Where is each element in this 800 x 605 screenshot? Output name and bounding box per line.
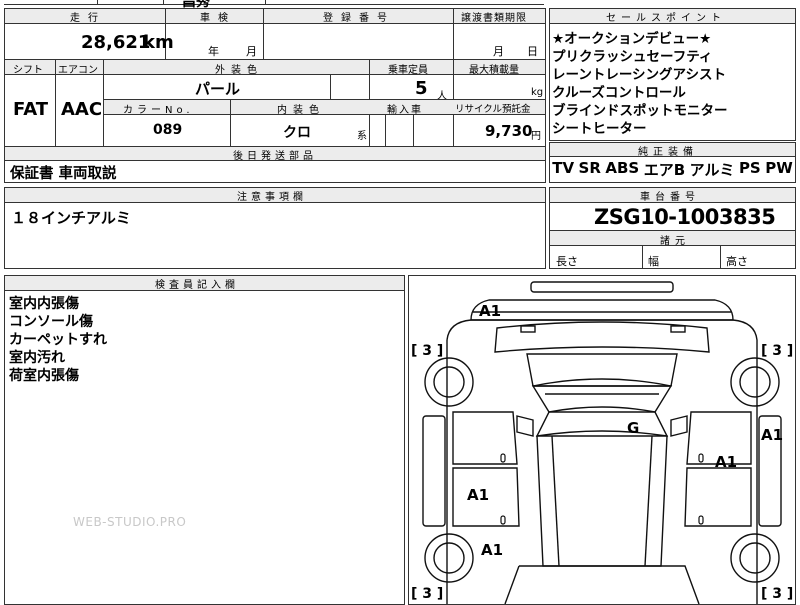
- capacity-label: 乗車定員: [388, 65, 428, 76]
- notes-box: 注意事項欄 １８インチアルミ: [4, 187, 546, 269]
- equipment-item: ABS: [605, 159, 640, 177]
- color-no-label: カラーNo.: [123, 105, 194, 116]
- inspector-box: 検査員記入欄 室内内張傷コンソール傷 カーペットすれ 室内汚れ荷室内張傷 WEB-S…: [4, 275, 405, 605]
- equipment-list: TV SR ABS エアB アルミ PS PW: [550, 159, 795, 180]
- color-no-value: 089: [153, 122, 183, 138]
- later-parts-label: 後日発送部品: [233, 151, 317, 162]
- diagram-mark-a1-right-panel: A1: [761, 426, 783, 444]
- diagram-mark-a1-right-door: A1: [715, 453, 737, 471]
- equipment-label: 純正装備: [638, 147, 698, 158]
- transfer-label: 譲渡書類期限: [461, 13, 527, 24]
- notes-value: １８インチアルミ: [11, 209, 131, 227]
- exterior-value: パール: [195, 80, 241, 98]
- chassis-label: 車台番号: [640, 192, 700, 203]
- notes-label: 注意事項欄: [237, 192, 307, 203]
- sales-point-item: レーントレーシングアシスト: [552, 67, 727, 83]
- import-label: 輸入車: [387, 105, 423, 116]
- inspection-year-unit: 年: [208, 45, 219, 58]
- capacity-value: 5: [415, 78, 428, 99]
- ac-label: エアコン: [58, 65, 98, 76]
- equipment-item: TV: [552, 159, 575, 177]
- watermark: WEB-STUDIO.PRO: [73, 515, 187, 529]
- width-label: 幅: [648, 255, 659, 268]
- diagram-mark-a1-left-door: A1: [467, 486, 489, 504]
- length-label: 長さ: [556, 255, 578, 268]
- dims-label: 諸元: [660, 236, 690, 247]
- chassis-box: 車台番号 ZSG10-1003835 諸元 長さ 幅 高さ: [549, 187, 796, 269]
- diagram-mark-a1-front: A1: [479, 302, 501, 320]
- interior-label: 内装色: [277, 105, 325, 116]
- equipment-item: PW: [765, 159, 793, 177]
- equipment-item: PS: [738, 159, 761, 177]
- equipment-item: エアB: [643, 161, 686, 179]
- chassis-number: ZSG10-1003835: [594, 205, 776, 229]
- sales-point-item: ★オークションデビュー★: [552, 31, 712, 47]
- car-diagram-box: A1 G A1 A1 A1 A1 [ 3 ] [ 3 ] [ 3 ] [ 3 ]: [408, 275, 796, 605]
- transfer-day-unit: 日: [527, 45, 538, 58]
- sales-points-box: セールスポイント ★オークションデビュー★ プリクラッシュセーフティ レーントレーシ…: [549, 8, 796, 141]
- ac-value: AAC: [61, 99, 103, 120]
- mileage-label: 走行: [70, 13, 106, 24]
- sales-points-list: ★オークションデビュー★ プリクラッシュセーフティ レーントレーシングアシスト クルー…: [552, 30, 728, 138]
- shift-label: シフト: [13, 65, 43, 76]
- car-diagram: A1 G A1 A1 A1 A1 [ 3 ] [ 3 ] [ 3 ] [ 3 ]: [411, 281, 793, 604]
- inspection-label: 車検: [200, 13, 236, 24]
- equipment-box: 純正装備 TV SR ABS エアB アルミ PS PW: [549, 142, 796, 183]
- top-strip: 昌秀: [0, 0, 800, 10]
- mileage-unit: km: [143, 32, 174, 53]
- sales-points-label: セールスポイント: [606, 13, 726, 24]
- registration-label: 登録番号: [323, 13, 395, 24]
- inspector-note-item: コンソール傷: [9, 314, 93, 330]
- mileage-value: 28,621: [81, 32, 151, 53]
- inspector-note-item: 荷室内張傷: [9, 368, 79, 384]
- sales-point-item: クルーズコントロール: [552, 85, 686, 101]
- inspector-note-item: 室内汚れ: [9, 350, 65, 366]
- recycle-label: リサイクル預託金: [455, 104, 531, 115]
- transfer-month-unit: 月: [493, 45, 504, 58]
- tire-mark-front-left: [ 3 ]: [411, 343, 443, 359]
- tire-mark-front-right: [ 3 ]: [761, 343, 793, 359]
- interior-unit: 系: [357, 131, 367, 142]
- sales-point-item: シートヒーター: [552, 121, 647, 137]
- max-load-unit: kg: [531, 87, 544, 98]
- inspector-note-item: カーペットすれ: [9, 332, 107, 348]
- later-parts-value: 保証書 車両取説: [10, 166, 117, 182]
- equipment-item: SR: [578, 159, 601, 177]
- recycle-value: 9,730: [485, 122, 533, 140]
- height-label: 高さ: [726, 255, 748, 268]
- interior-value: クロ: [283, 125, 311, 141]
- max-load-label: 最大積載量: [469, 65, 519, 76]
- diagram-mark-a1-left-rear: A1: [481, 541, 503, 559]
- inspection-month-unit: 月: [246, 45, 257, 58]
- inspector-list: 室内内張傷コンソール傷 カーペットすれ 室内汚れ荷室内張傷: [9, 295, 107, 385]
- vehicle-info-table: 走行 車検 登録番号 譲渡書類期限 28,621 km 年 月 月 日 シフト …: [4, 8, 546, 183]
- diagram-mark-g-roof: G: [627, 419, 639, 437]
- inspector-label: 検査員記入欄: [155, 280, 239, 291]
- sales-point-item: ブラインドスポットモニター: [552, 103, 728, 119]
- inspector-note-item: 室内内張傷: [9, 296, 79, 312]
- equipment-item: アルミ: [689, 161, 735, 179]
- shift-value: FAT: [13, 99, 49, 120]
- exterior-label: 外装色: [215, 65, 263, 76]
- recycle-unit: 円: [531, 131, 541, 142]
- sales-point-item: プリクラッシュセーフティ: [552, 49, 713, 65]
